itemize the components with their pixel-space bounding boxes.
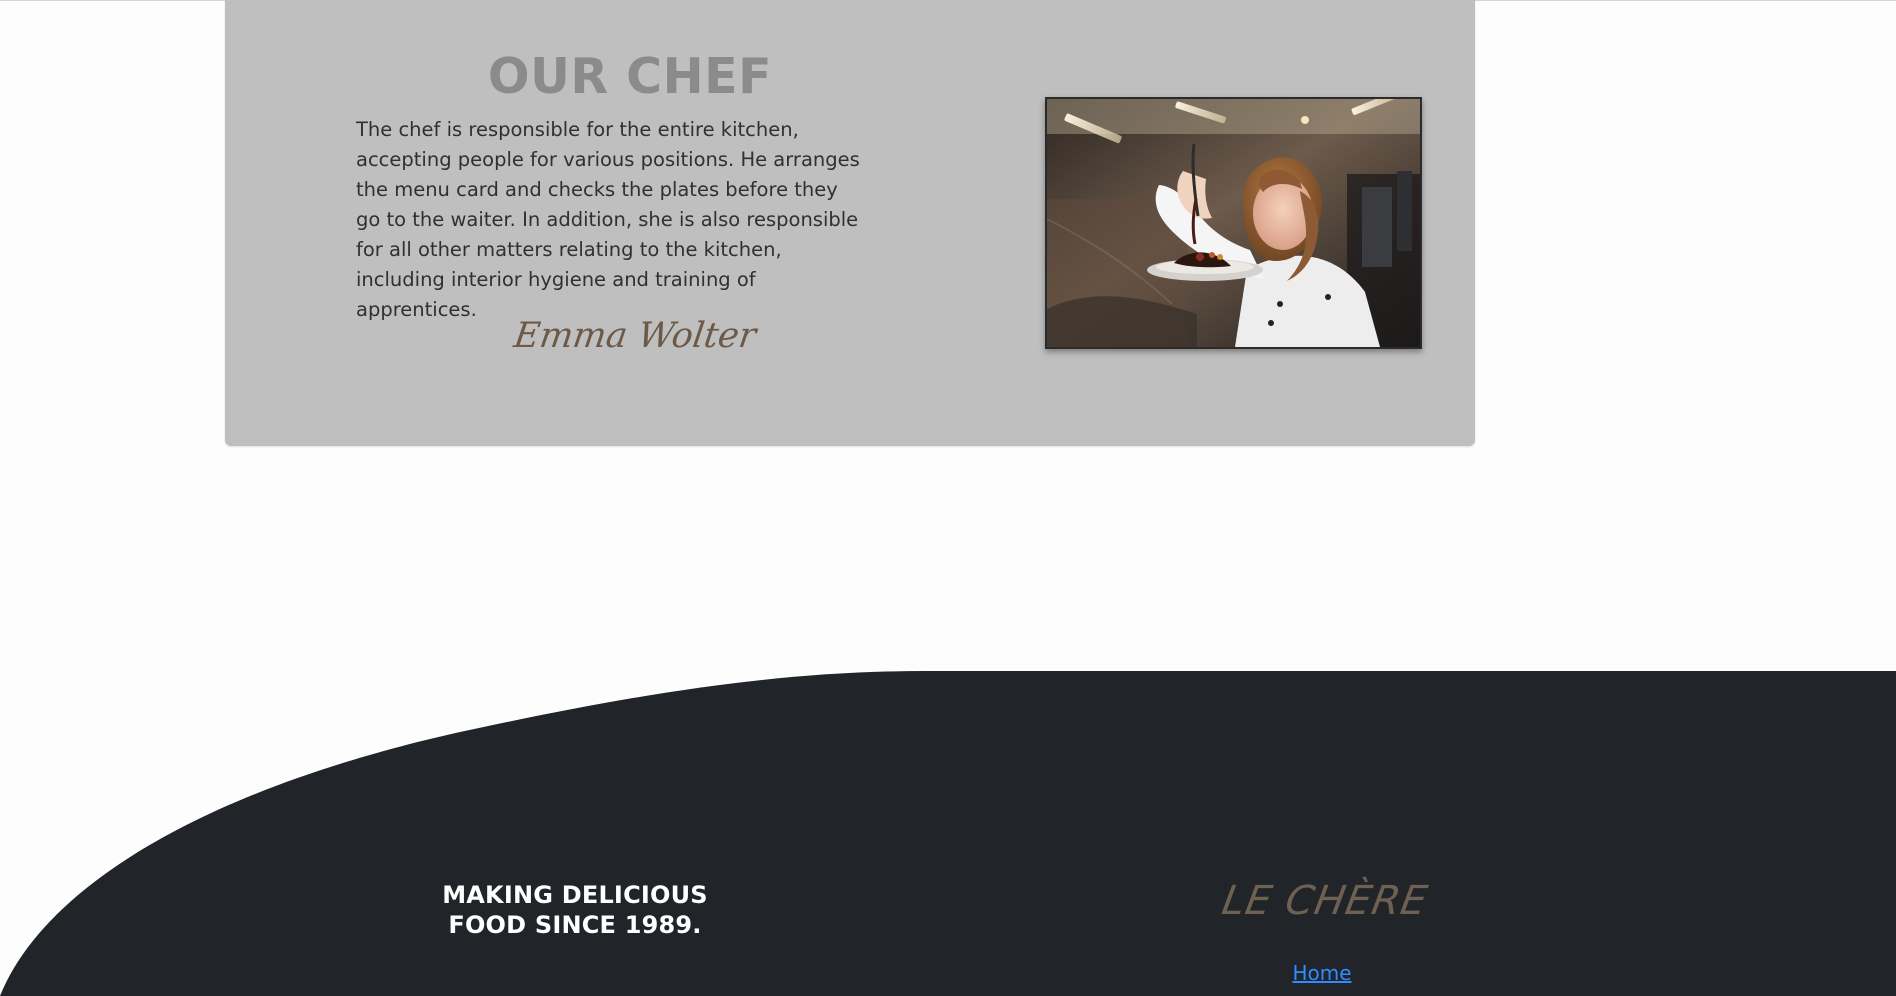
page: OUR CHEF The chef is responsible for the… xyxy=(0,0,1896,996)
footer-link-home[interactable]: Home xyxy=(1222,961,1422,985)
our-chef-section: OUR CHEF The chef is responsible for the… xyxy=(225,0,1475,446)
chef-signature: Emma Wolter xyxy=(511,316,759,356)
section-title: OUR CHEF xyxy=(487,48,773,105)
chef-photo xyxy=(1045,97,1422,349)
footer-tagline: MAKING DELICIOUS FOOD SINCE 1989. xyxy=(442,881,708,939)
chef-description: The chef is responsible for the entire k… xyxy=(356,118,860,321)
footer-curve-shape xyxy=(0,671,1896,996)
footer-background xyxy=(0,671,1896,996)
chef-photo-illustration xyxy=(1047,99,1420,347)
footer-brand: LE CHÈRE xyxy=(1218,878,1432,924)
